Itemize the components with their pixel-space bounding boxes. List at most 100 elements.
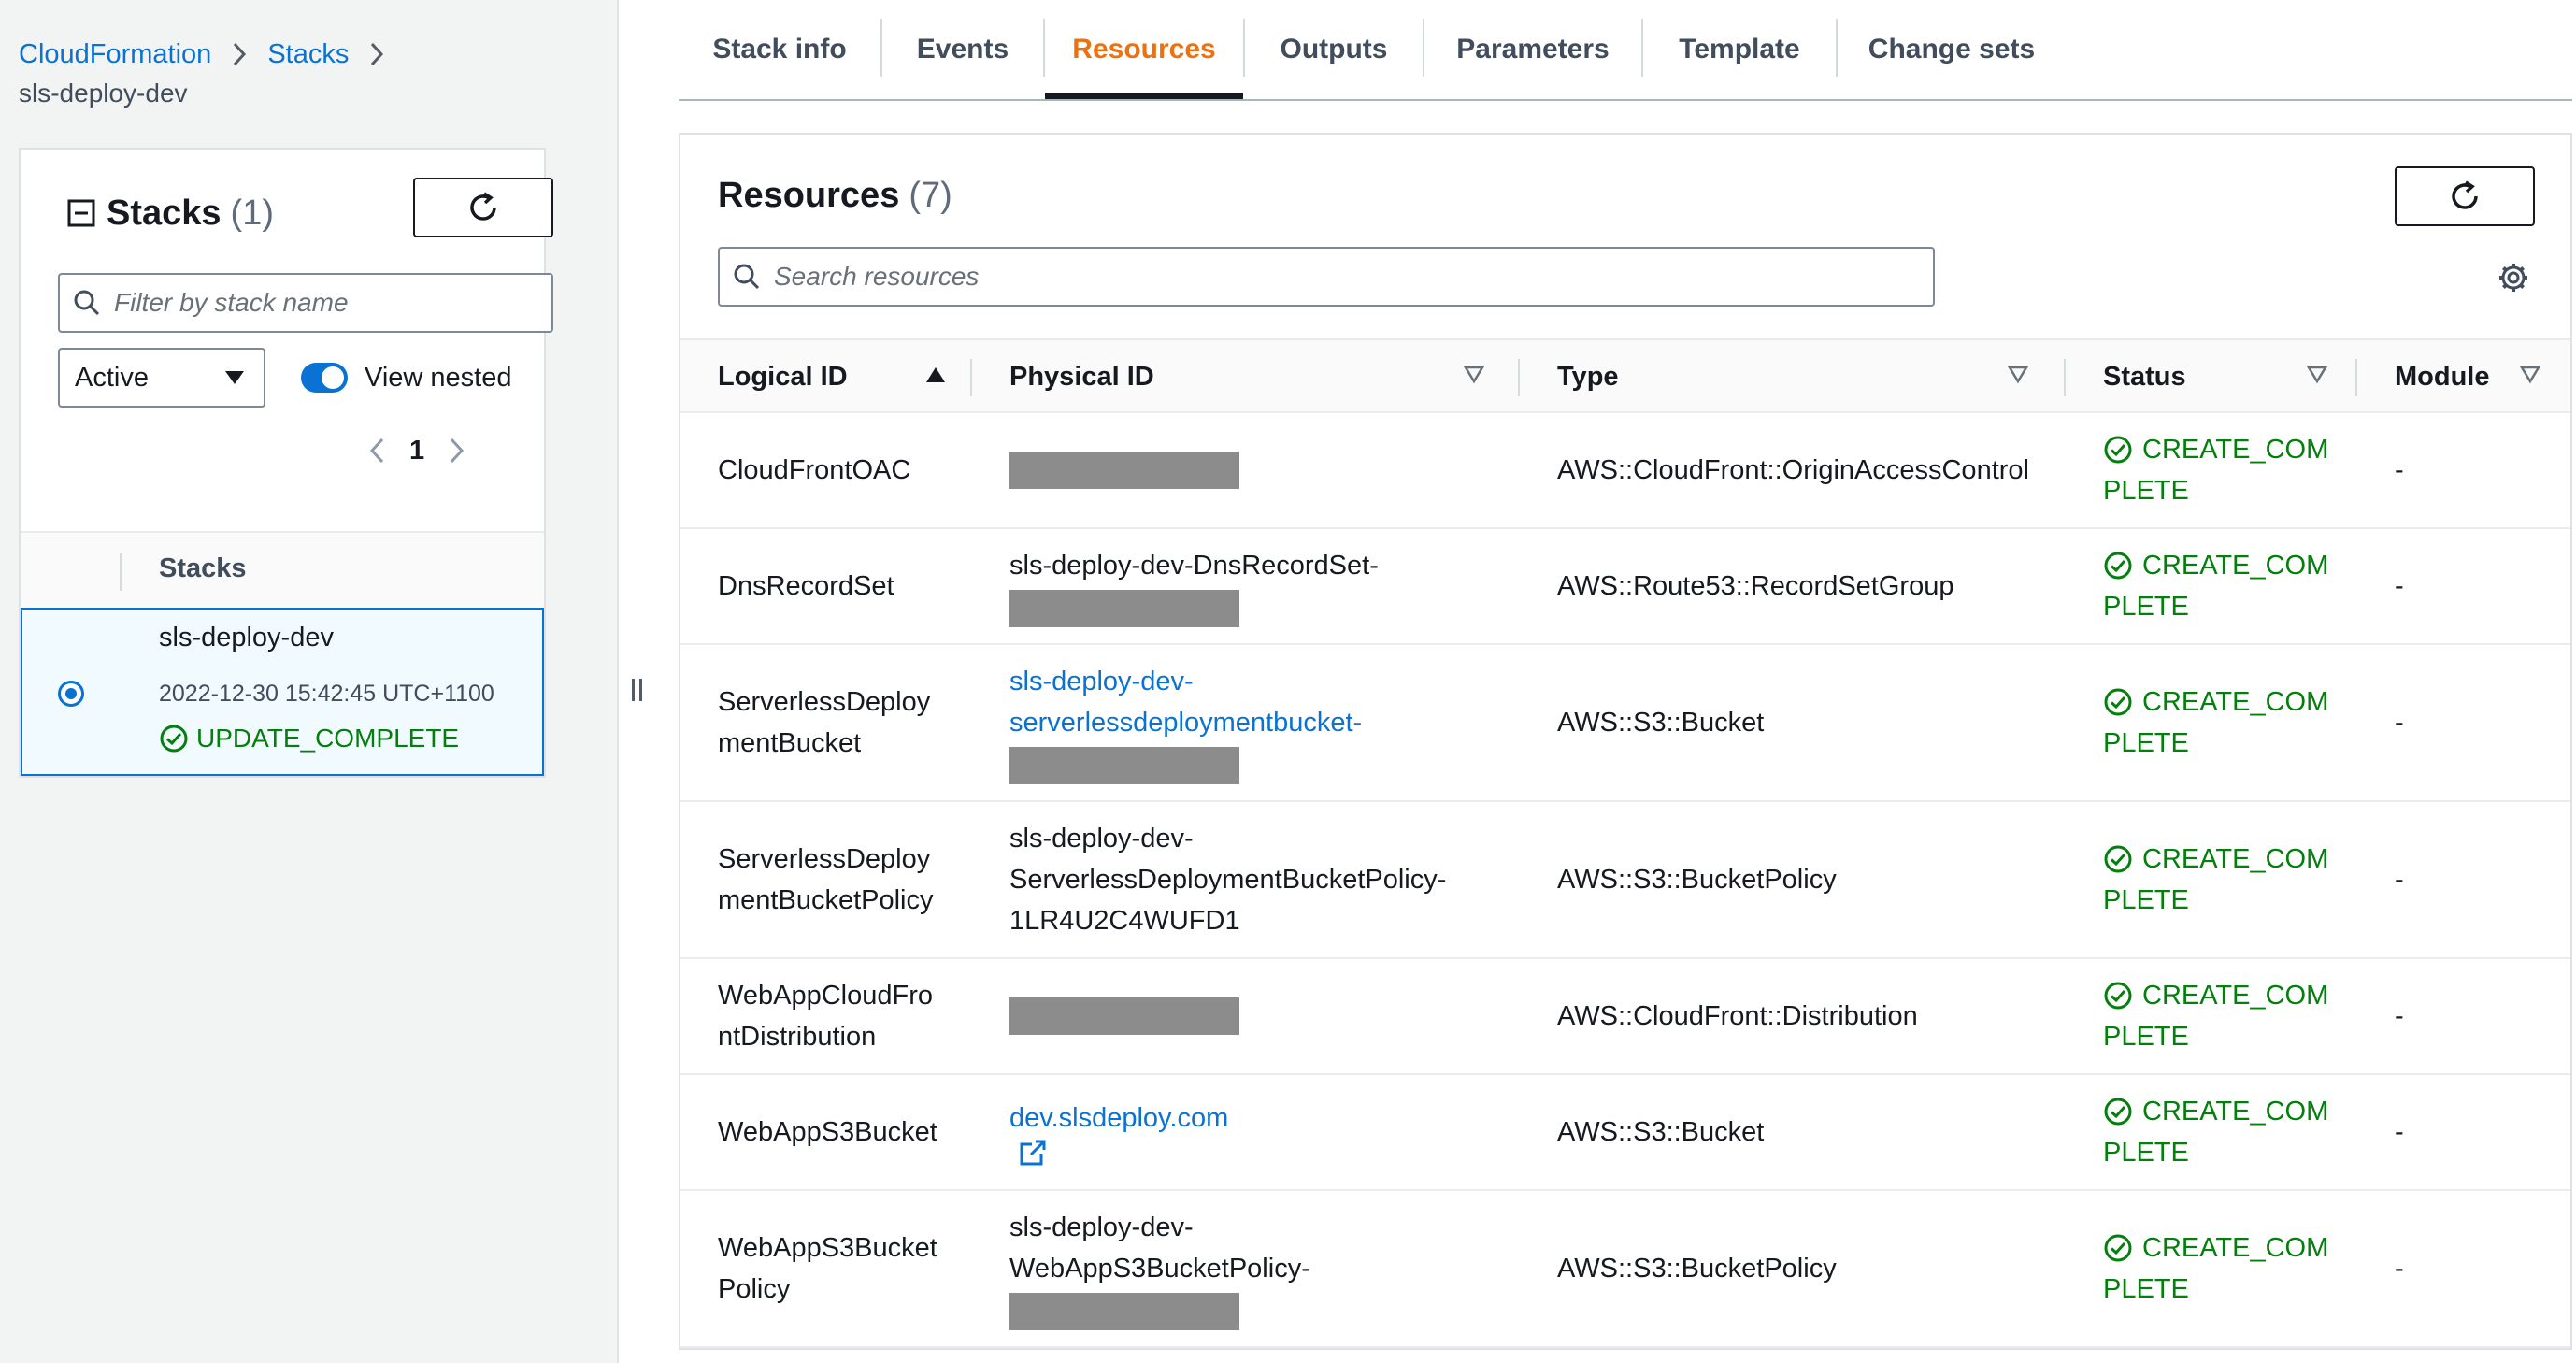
stack-status-select[interactable]: Active bbox=[58, 348, 265, 408]
column-physical-id[interactable]: Physical ID bbox=[1009, 340, 1154, 413]
stacks-refresh-button[interactable] bbox=[413, 178, 553, 237]
table-row[interactable]: ServerlessDeploy mentBucket sls-deploy-dev… bbox=[680, 645, 2570, 802]
physical-id-link[interactable]: dev.slsdeploy.com bbox=[1009, 1098, 1228, 1167]
stack-row[interactable]: sls-deploy-dev 2022-12-30 15:42:45 UTC+1… bbox=[21, 608, 544, 776]
logical-id-cell: WebAppS3Bucket Policy bbox=[718, 1191, 937, 1346]
resources-search-field[interactable] bbox=[718, 247, 1935, 307]
resource-type: AWS::CloudFront::OriginAccessControl bbox=[1557, 455, 2029, 485]
table-row[interactable]: ServerlessDeploy mentBucketPolicy sls-depl… bbox=[680, 802, 2570, 959]
resource-module: - bbox=[2395, 1254, 2404, 1284]
resource-type: AWS::S3::BucketPolicy bbox=[1557, 865, 1837, 895]
current-page[interactable]: 1 bbox=[409, 436, 424, 466]
tab-resources[interactable]: Resources bbox=[1045, 0, 1243, 99]
tab-outputs[interactable]: Outputs bbox=[1245, 0, 1423, 99]
redacted-physical-id bbox=[1009, 1293, 1239, 1330]
status-text: CREATE_COM bbox=[2142, 844, 2329, 874]
stacks-column-label: Stacks bbox=[159, 553, 247, 583]
tab-change-sets[interactable]: Change sets bbox=[1838, 0, 2066, 99]
sort-icon[interactable] bbox=[2008, 366, 2028, 384]
physical-id-text: WebAppS3BucketPolicy- bbox=[1009, 1254, 1310, 1284]
caret-down-icon bbox=[224, 370, 245, 385]
stack-detail-tabs: Stack info Events Resources Outputs Para… bbox=[679, 0, 2572, 101]
stacks-count: (1) bbox=[230, 193, 274, 233]
refresh-icon bbox=[2448, 179, 2482, 213]
physical-id-text: 1LR4U2C4WUFD1 bbox=[1009, 906, 1240, 936]
status-line: CREATE_COM bbox=[2103, 1227, 2328, 1269]
tab-template[interactable]: Template bbox=[1643, 0, 1836, 99]
breadcrumb-stacks[interactable]: Stacks bbox=[267, 39, 349, 70]
status-line: CREATE_COM bbox=[2103, 682, 2328, 723]
column-type[interactable]: Type bbox=[1557, 340, 1619, 413]
stack-filter-field[interactable] bbox=[58, 273, 553, 333]
status-text: PLETE bbox=[2103, 728, 2189, 758]
collapse-icon[interactable] bbox=[67, 199, 95, 227]
resources-search-input[interactable] bbox=[774, 262, 1933, 292]
stacks-pagination: 1 bbox=[368, 424, 465, 477]
check-circle-icon bbox=[159, 724, 196, 753]
resource-module: - bbox=[2395, 1117, 2404, 1147]
column-module[interactable]: Module bbox=[2395, 340, 2490, 413]
stacks-sidebar: CloudFormation Stacks sls-deploy-dev Sta… bbox=[0, 0, 619, 1363]
check-circle-icon bbox=[2103, 687, 2142, 717]
physical-id-cell bbox=[1004, 413, 1239, 527]
view-nested-switch[interactable] bbox=[301, 363, 348, 393]
table-row[interactable]: WebAppS3Bucket dev.slsdeploy.com AWS::S3::… bbox=[680, 1075, 2570, 1191]
status-text: PLETE bbox=[2103, 1138, 2189, 1168]
status-text: PLETE bbox=[2103, 1022, 2189, 1052]
view-nested-label: View nested bbox=[365, 362, 512, 393]
resources-refresh-button[interactable] bbox=[2395, 166, 2535, 226]
physical-id-text: ServerlessDeploymentBucketPolicy- bbox=[1009, 865, 1447, 895]
toggle-knob bbox=[322, 366, 344, 389]
column-logical-id[interactable]: Logical ID bbox=[718, 340, 848, 413]
resource-type: AWS::S3::Bucket bbox=[1557, 708, 1765, 738]
resources-table-header: Logical ID Physical ID Type Status Modul… bbox=[680, 338, 2570, 413]
redacted-physical-id bbox=[1009, 452, 1239, 489]
physical-id-text[interactable]: dev.slsdeploy.com bbox=[1009, 1098, 1228, 1139]
column-divider bbox=[2064, 359, 2066, 396]
logical-id-cell: ServerlessDeploy mentBucketPolicy bbox=[718, 802, 934, 957]
sort-icon[interactable] bbox=[2307, 366, 2327, 384]
logical-id-text: mentBucketPolicy bbox=[718, 885, 934, 915]
status-text: PLETE bbox=[2103, 476, 2189, 506]
column-status[interactable]: Status bbox=[2103, 340, 2186, 413]
search-icon bbox=[733, 263, 761, 291]
physical-id-link[interactable]: sls-deploy-dev- bbox=[1009, 661, 1362, 702]
sort-ascending-icon[interactable] bbox=[925, 366, 946, 384]
active-tab-indicator bbox=[1045, 93, 1243, 99]
stack-status-select-value: Active bbox=[75, 362, 149, 393]
stacks-header: Stacks (1) bbox=[67, 191, 274, 236]
chevron-left-icon[interactable] bbox=[368, 437, 385, 465]
chevron-right-icon[interactable] bbox=[449, 437, 465, 465]
stack-radio[interactable] bbox=[58, 681, 84, 707]
radio-dot bbox=[65, 688, 77, 699]
logical-id-text: ntDistribution bbox=[718, 1022, 877, 1052]
sort-icon[interactable] bbox=[2520, 366, 2540, 384]
status-text: CREATE_COM bbox=[2142, 551, 2329, 581]
logical-id-text: mentBucket bbox=[718, 728, 862, 758]
table-row[interactable]: WebAppS3Bucket Policy sls-deploy-dev- WebAp… bbox=[680, 1191, 2570, 1348]
stack-status: UPDATE_COMPLETE bbox=[159, 724, 459, 753]
external-link-icon[interactable] bbox=[1019, 1139, 1228, 1167]
sort-icon[interactable] bbox=[1464, 366, 1484, 384]
view-nested-toggle[interactable]: View nested bbox=[301, 352, 511, 404]
tab-parameters[interactable]: Parameters bbox=[1424, 0, 1641, 99]
table-row[interactable]: WebAppCloudFro ntDistribution AWS::CloudFr… bbox=[680, 959, 2570, 1075]
resource-module: - bbox=[2395, 865, 2404, 895]
physical-id-cell: dev.slsdeploy.com bbox=[1004, 1075, 1228, 1189]
tab-stack-info[interactable]: Stack info bbox=[679, 0, 880, 99]
physical-id-text: sls-deploy-dev-DnsRecordSet- bbox=[1009, 551, 1379, 581]
physical-id-text: sls-deploy-dev- bbox=[1009, 824, 1194, 854]
tab-events[interactable]: Events bbox=[882, 0, 1043, 99]
stack-filter-input[interactable] bbox=[114, 288, 551, 318]
table-row[interactable]: CloudFrontOAC AWS::CloudFront::OriginAcce… bbox=[680, 413, 2570, 529]
table-row[interactable]: DnsRecordSet sls-deploy-dev-DnsRecordSet-… bbox=[680, 529, 2570, 645]
status-text: CREATE_COM bbox=[2142, 435, 2329, 465]
resource-status: CREATE_COM PLETE bbox=[2103, 959, 2328, 1073]
breadcrumb-cloudformation[interactable]: CloudFormation bbox=[19, 39, 211, 70]
resource-module: - bbox=[2395, 708, 2404, 738]
gear-icon[interactable] bbox=[2497, 262, 2529, 294]
panel-resize-handle[interactable] bbox=[632, 679, 642, 701]
physical-id-link[interactable]: serverlessdeploymentbucket- bbox=[1009, 702, 1362, 743]
logical-id-text: CloudFrontOAC bbox=[718, 455, 911, 485]
physical-id-cell: sls-deploy-dev-DnsRecordSet- bbox=[1004, 529, 1379, 643]
